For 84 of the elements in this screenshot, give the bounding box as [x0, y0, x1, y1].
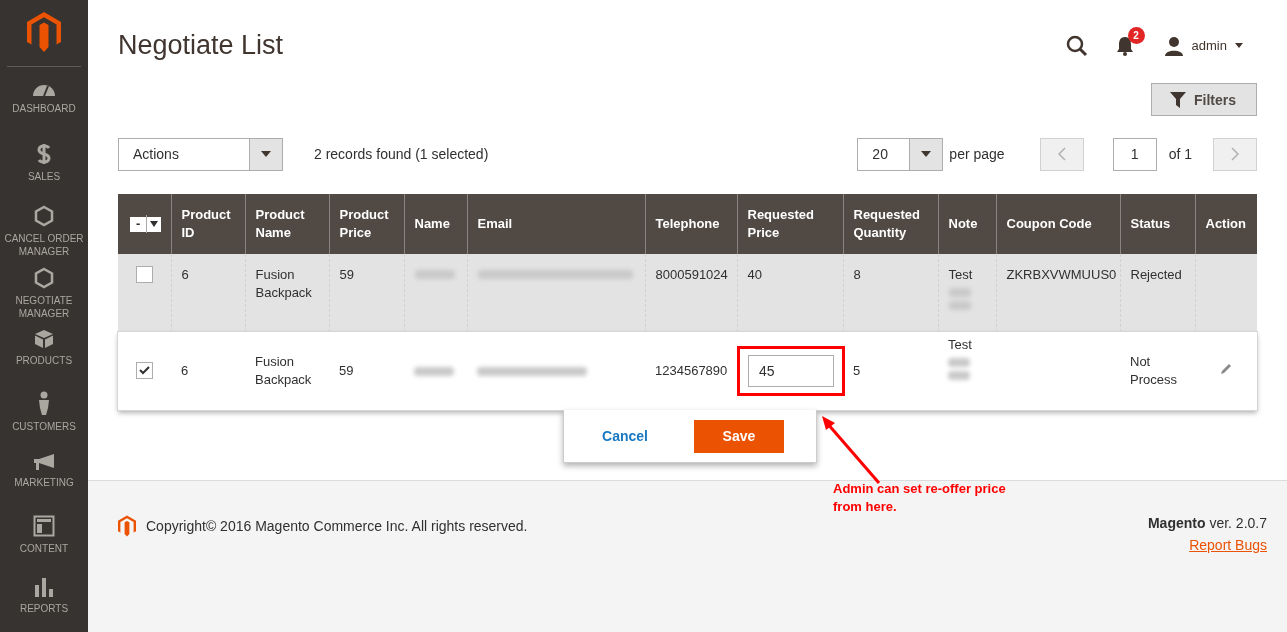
blurred-text [948, 288, 971, 297]
column-header[interactable]: Product Price [329, 194, 404, 254]
search-icon[interactable] [1065, 34, 1088, 57]
sidebar-item[interactable]: SALES [0, 143, 88, 205]
table-cell: 1234567890 [655, 363, 728, 378]
table-cell: 40 [747, 267, 762, 282]
page-total: of 1 [1168, 146, 1192, 162]
column-header[interactable]: Status [1120, 194, 1195, 254]
cancel-button[interactable]: Cancel [596, 427, 654, 445]
user-icon [1163, 35, 1184, 56]
box-icon [34, 329, 54, 349]
column-header[interactable]: Product Name [245, 194, 329, 254]
per-page-label: per page [949, 146, 1005, 162]
column-header[interactable]: Name [404, 194, 467, 254]
column-header[interactable]: Action [1195, 194, 1257, 254]
column-header[interactable]: Note [938, 194, 996, 254]
column-header[interactable]: Telephone [645, 194, 737, 254]
table-cell: 8 [853, 267, 861, 282]
mass-select-control[interactable]: - [130, 216, 162, 232]
row-checkbox[interactable] [136, 362, 153, 379]
table-cell: Rejected [1130, 267, 1182, 282]
blurred-text [948, 358, 970, 367]
sidebar-item[interactable]: PRODUCTS [0, 329, 88, 391]
table-cell: ZKRBXVWMUUS0 [1006, 267, 1117, 282]
table-cell: 59 [339, 267, 354, 282]
table-cell: 59 [339, 363, 354, 378]
caret-icon [1235, 43, 1243, 48]
hexagon-icon [34, 267, 54, 289]
logo-icon [118, 515, 136, 537]
per-page-select[interactable]: 20 [857, 137, 944, 171]
funnel-icon [1170, 91, 1186, 108]
table-cell: Not Process [1130, 354, 1177, 387]
sidebar-item[interactable]: CONTENT [0, 515, 88, 577]
blurred-text [948, 371, 970, 380]
save-button[interactable]: Save [693, 419, 784, 453]
bar-chart-icon [34, 577, 54, 597]
blurred-text [948, 301, 971, 310]
page-number-field[interactable]: 1 [1112, 137, 1157, 171]
bell-icon[interactable] [1115, 35, 1134, 56]
column-header[interactable]: Product ID [171, 194, 245, 254]
column-header[interactable]: Coupon Code [996, 194, 1120, 254]
annotation-text: Admin can set re-offer price from here. [833, 480, 1007, 516]
chevron-right-icon [1231, 147, 1239, 161]
pencil-icon[interactable] [1220, 363, 1232, 375]
chevron-left-icon [1057, 147, 1066, 161]
copyright-text: Copyright© 2016 Magento Commerce Inc. All rights reserved. [146, 518, 528, 534]
records-count: 2 records found (1 selected) [314, 146, 489, 162]
caret-icon [261, 151, 271, 157]
table-cell: 5 [853, 363, 861, 378]
page-title: Negotiate List [118, 30, 284, 61]
requested-price-field[interactable]: 45 [748, 355, 834, 387]
sidebar-item[interactable]: CANCEL ORDER MANAGER [0, 205, 88, 267]
filters-button[interactable]: Filters [1151, 83, 1257, 116]
table-cell: 8000591024 [655, 267, 728, 282]
sidebar-item[interactable]: REPORTS [0, 577, 88, 632]
hexagon-icon [34, 205, 54, 227]
layout-icon [33, 515, 55, 537]
column-header[interactable]: Requested Quantity [843, 194, 938, 254]
user-menu[interactable]: admin [1163, 35, 1243, 56]
row-checkbox[interactable] [136, 266, 153, 283]
table-cell: Fusion Backpack [255, 267, 312, 300]
table-cell: 6 [181, 267, 189, 282]
sidebar-item[interactable]: MARKETING [0, 453, 88, 515]
table-cell: 6 [181, 363, 189, 378]
logo-icon[interactable] [27, 12, 61, 52]
blurred-text [414, 366, 454, 376]
check-icon [139, 366, 150, 375]
column-header[interactable]: Email [467, 194, 645, 254]
megaphone-icon [33, 453, 55, 471]
sidebar-item[interactable]: NEGOTIATE MANAGER [0, 267, 88, 329]
caret-icon [921, 151, 932, 157]
dollar-icon [37, 143, 51, 165]
notification-count: 2 [1127, 26, 1145, 44]
actions-select[interactable]: Actions [118, 137, 283, 171]
table-row[interactable]: 6 Fusion Backpack 59 8000591024 40 8 Test ZKRBXVWMUUS0 Rejected [118, 254, 1257, 332]
sidebar-item[interactable]: CUSTOMERS [0, 391, 88, 453]
sidebar-item[interactable]: DASHBOARD [0, 81, 88, 143]
person-icon [37, 391, 51, 415]
blurred-text [414, 270, 455, 279]
table-cell: Fusion Backpack [255, 354, 312, 387]
table-cell: Test [948, 267, 973, 282]
table-cell: Test [948, 337, 972, 352]
column-header[interactable]: Requested Price [737, 194, 843, 254]
version-text: Magento ver. 2.0.7 [1147, 515, 1267, 531]
